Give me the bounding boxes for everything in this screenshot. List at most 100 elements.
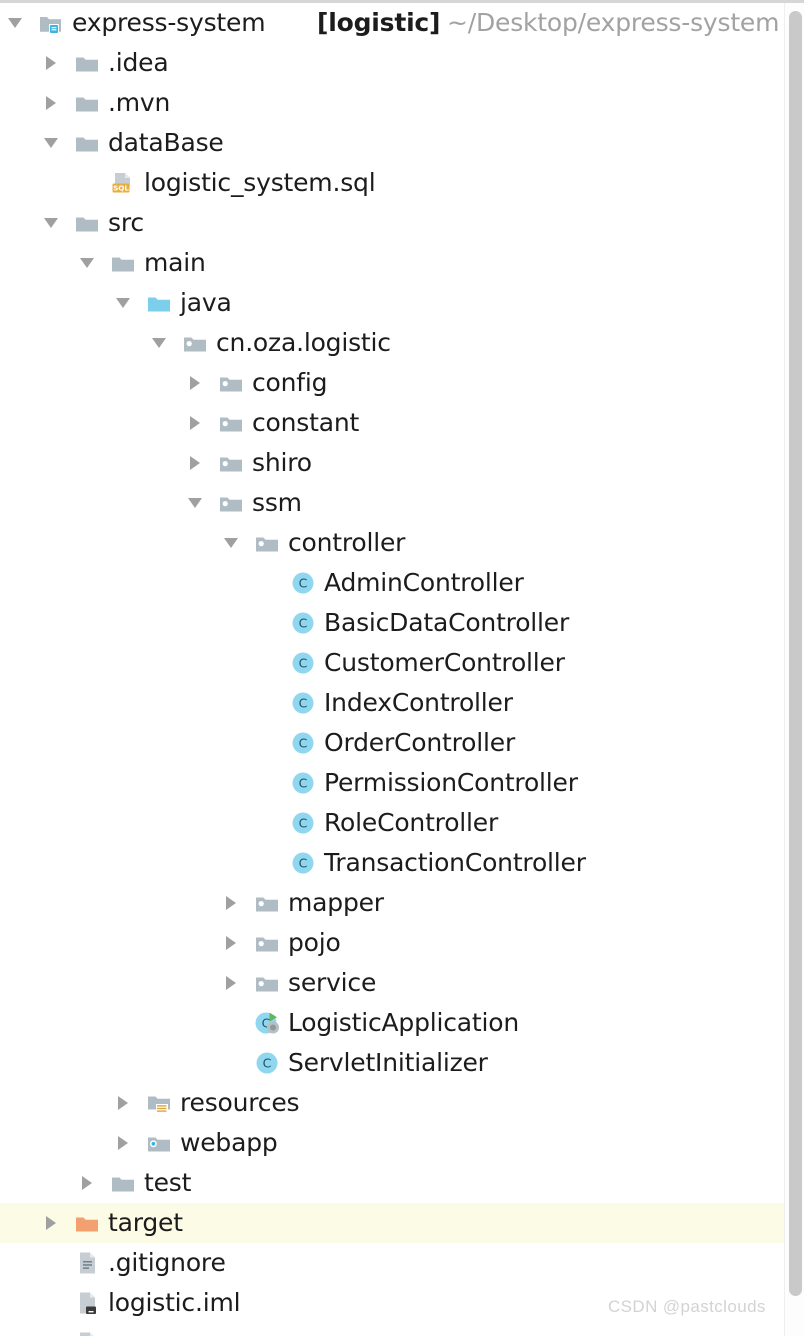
chevron-down-icon[interactable]: [40, 123, 62, 163]
tree-row[interactable]: controller: [0, 523, 784, 563]
tree-row[interactable]: ssm: [0, 483, 784, 523]
tree-row[interactable]: mapper: [0, 883, 784, 923]
chevron-right-icon[interactable]: [220, 963, 242, 1003]
tree-row[interactable]: java: [0, 283, 784, 323]
package-icon: [254, 530, 280, 556]
tree-row-label: ServletInitializer: [288, 1043, 488, 1083]
chevron-down-icon[interactable]: [40, 203, 62, 243]
tree-row[interactable]: .mvn: [0, 83, 784, 123]
java-class-icon: C: [290, 610, 316, 636]
vertical-scrollbar-track[interactable]: [784, 3, 804, 1336]
chevron-down-icon[interactable]: [112, 283, 134, 323]
iml-file-icon: [74, 1290, 100, 1316]
java-class-icon: C: [290, 770, 316, 796]
package-icon: [254, 930, 280, 956]
tree-row[interactable]: config: [0, 363, 784, 403]
svg-text:C: C: [299, 736, 308, 751]
folder-icon: [74, 210, 100, 236]
tree-row-label: RoleController: [324, 803, 498, 843]
tree-row-label: CustomerController: [324, 643, 565, 683]
tree-row-label: BasicDataController: [324, 603, 569, 643]
tree-row-label: resources: [180, 1083, 299, 1123]
java-class-runnable-icon: C: [254, 1010, 280, 1036]
svg-text:C: C: [299, 696, 308, 711]
tree-row[interactable]: C AdminController: [0, 563, 784, 603]
chevron-right-icon[interactable]: [76, 1163, 98, 1203]
tree-row[interactable]: constant: [0, 403, 784, 443]
package-icon: [254, 970, 280, 996]
tree-row[interactable]: SQL logistic_system.sql: [0, 163, 784, 203]
tree-row-label: logistic_system.sql: [144, 163, 375, 203]
chevron-right-icon[interactable]: [40, 1203, 62, 1243]
target-folder-icon: [74, 1210, 100, 1236]
tree-row[interactable]: C CustomerController: [0, 643, 784, 683]
chevron-right-icon[interactable]: [220, 883, 242, 923]
tree-row-label: mapper: [288, 883, 384, 923]
tree-row-list: express-system[logistic]~/Desktop/expres…: [0, 3, 784, 1336]
folder-icon: [74, 90, 100, 116]
tree-row[interactable]: shiro: [0, 443, 784, 483]
tree-row[interactable]: C RoleController: [0, 803, 784, 843]
tree-row[interactable]: express-system[logistic]~/Desktop/expres…: [0, 3, 784, 43]
package-icon: [218, 450, 244, 476]
chevron-right-icon[interactable]: [184, 363, 206, 403]
tree-row[interactable]: target: [0, 1203, 784, 1243]
chevron-right-icon[interactable]: [184, 403, 206, 443]
chevron-right-icon[interactable]: [220, 923, 242, 963]
package-icon: [218, 490, 244, 516]
tree-row[interactable]: resources: [0, 1083, 784, 1123]
tree-row-label: logistic.iml: [108, 1283, 240, 1323]
tree-row-label: controller: [288, 523, 405, 563]
chevron-right-icon[interactable]: [40, 43, 62, 83]
tree-row[interactable]: C LogisticApplication: [0, 1003, 784, 1043]
tree-row[interactable]: src: [0, 203, 784, 243]
module-folder-icon: [38, 10, 64, 36]
tree-row-label: IndexController: [324, 683, 513, 723]
svg-text:C: C: [299, 656, 308, 671]
tree-row-label: .idea: [108, 43, 168, 83]
tree-row[interactable]: C PermissionController: [0, 763, 784, 803]
tree-row[interactable]: cn.oza.logistic: [0, 323, 784, 363]
tree-row[interactable]: [0, 1323, 784, 1336]
tree-row[interactable]: main: [0, 243, 784, 283]
tree-row[interactable]: webapp: [0, 1123, 784, 1163]
chevron-right-icon[interactable]: [184, 443, 206, 483]
tree-row-label: test: [144, 1163, 191, 1203]
chevron-right-icon[interactable]: [112, 1083, 134, 1123]
tree-row[interactable]: test: [0, 1163, 784, 1203]
package-icon: [182, 330, 208, 356]
chevron-down-icon[interactable]: [4, 3, 26, 43]
chevron-down-icon[interactable]: [220, 523, 242, 563]
svg-text:C: C: [299, 576, 308, 591]
java-class-icon: C: [254, 1050, 280, 1076]
tree-row[interactable]: pojo: [0, 923, 784, 963]
project-path: ~/Desktop/express-system: [447, 3, 779, 43]
tree-row-label: java: [180, 283, 232, 323]
module-name: [logistic]: [317, 8, 440, 37]
tree-row[interactable]: C BasicDataController: [0, 603, 784, 643]
vertical-scrollbar-thumb[interactable]: [789, 11, 802, 1296]
sql-file-icon: SQL: [110, 170, 136, 196]
tree-row[interactable]: C TransactionController: [0, 843, 784, 883]
tree-row[interactable]: C OrderController: [0, 723, 784, 763]
tree-row-label: .gitignore: [108, 1243, 226, 1283]
tree-row-label: LogisticApplication: [288, 1003, 519, 1043]
tree-row-label: ssm: [252, 483, 302, 523]
tree-row-label: main: [144, 243, 206, 283]
watermark-text: CSDN @pastclouds: [608, 1297, 766, 1317]
chevron-down-icon[interactable]: [76, 243, 98, 283]
chevron-right-icon[interactable]: [112, 1123, 134, 1163]
chevron-right-icon[interactable]: [40, 83, 62, 123]
chevron-down-icon[interactable]: [184, 483, 206, 523]
tree-row[interactable]: C IndexController: [0, 683, 784, 723]
java-class-icon: C: [290, 570, 316, 596]
tree-row[interactable]: .idea: [0, 43, 784, 83]
tree-row[interactable]: dataBase: [0, 123, 784, 163]
svg-text:C: C: [299, 616, 308, 631]
chevron-down-icon[interactable]: [148, 323, 170, 363]
tree-row[interactable]: C ServletInitializer: [0, 1043, 784, 1083]
tree-row[interactable]: .gitignore: [0, 1243, 784, 1283]
project-tree-panel[interactable]: express-system[logistic]~/Desktop/expres…: [0, 0, 804, 1336]
tree-row[interactable]: service: [0, 963, 784, 1003]
tree-row-label: constant: [252, 403, 359, 443]
